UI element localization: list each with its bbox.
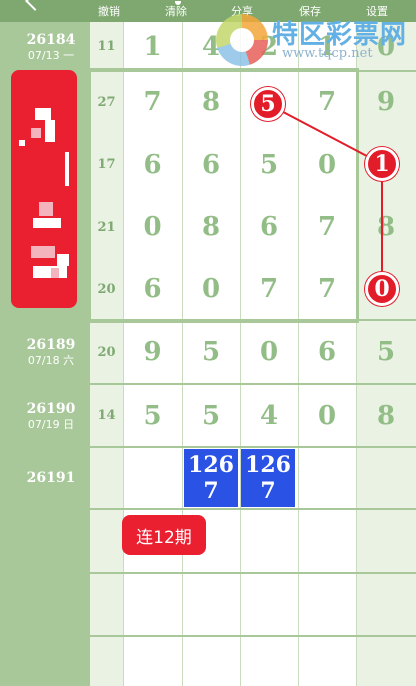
link-lines [267,103,383,289]
link-line-5-1 [267,103,383,165]
marked-ball[interactable]: 1 [365,147,399,181]
marked-ball[interactable]: 0 [365,272,399,306]
marked-ball[interactable]: 5 [251,87,285,121]
